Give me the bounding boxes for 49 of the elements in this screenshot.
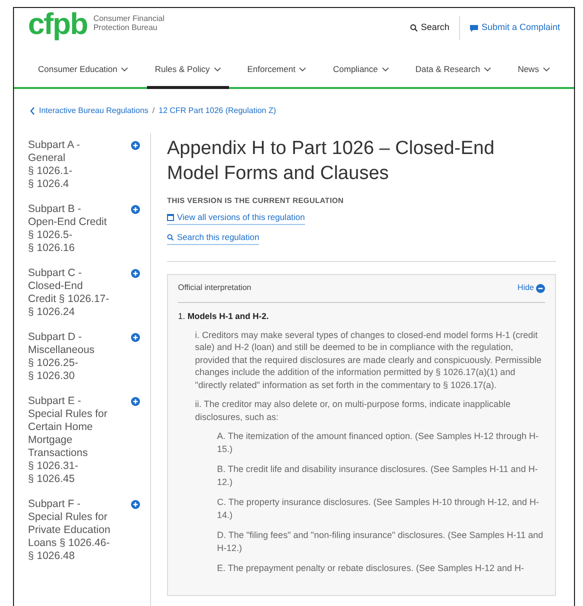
hide-toggle[interactable]: Hide xyxy=(518,282,545,294)
versions-link[interactable]: View all versions of this regulation xyxy=(167,211,305,225)
chevron-down-icon xyxy=(214,66,221,72)
search-icon xyxy=(167,234,174,241)
page-title: Appendix H to Part 1026 – Closed-End Model Forms and Clauses xyxy=(167,137,496,186)
interpretation-list-item: C. The property insurance disclosures. (See Samples H-10 through H-12, and H-14.) xyxy=(217,496,540,521)
search-icon xyxy=(410,24,418,32)
nav-menu-item[interactable]: Data & Research xyxy=(407,52,500,89)
sidebar-subpart-link[interactable]: Subpart D - Miscellaneous § 1026.25- § 1026.30 xyxy=(28,331,95,383)
expand-plus-icon[interactable] xyxy=(131,333,140,342)
calendar-icon xyxy=(167,214,174,222)
expand-plus-icon[interactable] xyxy=(131,269,140,278)
collapse-minus-icon xyxy=(536,284,545,293)
nav-menu-item[interactable]: Consumer Education xyxy=(30,52,136,89)
chevron-down-icon xyxy=(542,66,550,72)
nav-menu-item[interactable]: Rules & Policy xyxy=(146,52,229,89)
interpretation-list-item: E. The prepayment penalty or rebate disclosures. (See Samples H-12 and H- xyxy=(217,562,525,574)
chevron-down-icon xyxy=(121,66,128,72)
sidebar-subpart-link[interactable]: Subpart F - Special Rules for Private Education Loans § 1026.46- § 1026.48 xyxy=(28,498,110,563)
sidebar-subpart-link[interactable]: Subpart B - Open-End Credit § 1026.5- § 1026.16 xyxy=(28,203,107,255)
interpretation-paragraph: i. Creditors may make several types of changes to closed-end model forms H-1 (credit sale) and H-2 (loan) and still be deemed to be in compliance with the regulation, provided that the required disclosures are made clearly and conspicuously. Permissible changes include the addition of the information permitted by § 1026.17(a)(1) and "directly related" information as set forth in the commentary to § 1026.17(a). xyxy=(195,328,543,391)
interpretation-list-item: B. The credit life and disability insurance disclosures. (See Samples H-11 and H-12.) xyxy=(217,463,539,488)
expand-plus-icon[interactable] xyxy=(131,205,140,214)
sidebar-subpart-link[interactable]: Subpart C - Closed-End Credit § 1026.17- § 1026.24 xyxy=(28,267,110,319)
interpretation-list-item: A. The itemization of the amount financed option. (See Samples H-12 through H-15.) xyxy=(217,430,540,455)
speech-bubble-icon xyxy=(470,24,478,32)
nav-menu-item[interactable]: News xyxy=(510,52,558,89)
interpretation-paragraph: ii. The creditor may also delete or, on multi-purpose forms, indicate inapplicable disclosures, such as: xyxy=(195,398,512,423)
org-name: Consumer Financial Protection Bureau xyxy=(93,14,166,32)
nav-menu-item[interactable]: Enforcement xyxy=(239,52,314,89)
nav-menu-item[interactable]: Compliance xyxy=(325,52,397,89)
breadcrumb-link[interactable]: Interactive Bureau Regulations xyxy=(39,105,148,117)
chevron-left-icon xyxy=(30,107,35,115)
search-regulation-link[interactable]: Search this regulation xyxy=(167,231,260,245)
chevron-down-icon xyxy=(299,66,306,72)
interpretation-list-item: D. The "filing fees" and "non-filing insurance" disclosures. (See Samples H-11 and H-12.) xyxy=(217,529,544,554)
sidebar-subpart-link[interactable]: Subpart A - General § 1026.1- § 1026.4 xyxy=(28,139,80,191)
expand-plus-icon[interactable] xyxy=(131,397,140,406)
chevron-down-icon xyxy=(382,66,389,72)
sidebar-subpart-link[interactable]: Subpart E - Special Rules for Certain Home Mortgage Transactions § 1026.31- § 1026.45 xyxy=(28,395,108,486)
expand-plus-icon[interactable] xyxy=(131,500,140,509)
interpretation-title: 1. Models H-1 and H-2. xyxy=(178,310,270,322)
submit-complaint-link[interactable]: Submit a Complaint xyxy=(460,21,560,35)
panel-heading: Official interpretation xyxy=(178,282,252,294)
expand-plus-icon[interactable] xyxy=(131,141,140,150)
breadcrumb-separator: / xyxy=(152,105,155,117)
search-button[interactable]: Search xyxy=(410,16,460,40)
breadcrumb-link[interactable]: 12 CFR Part 1026 (Regulation Z) xyxy=(158,105,276,117)
chevron-down-icon xyxy=(484,66,492,72)
